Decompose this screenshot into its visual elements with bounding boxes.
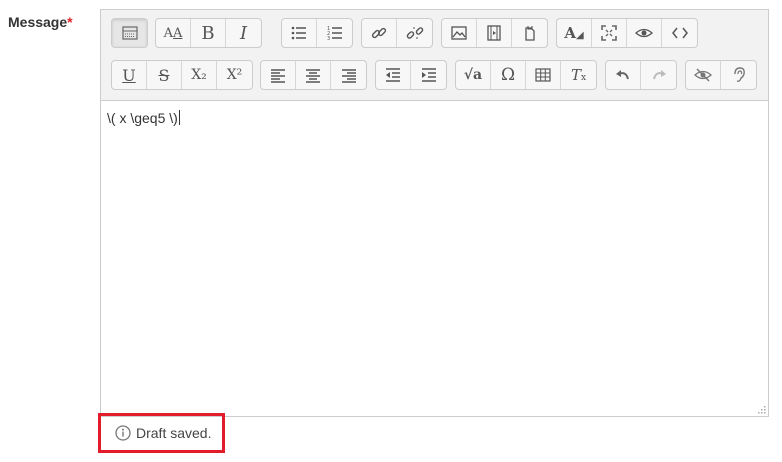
toolbar-group-insert: √a Ω Tx: [455, 60, 597, 90]
manage-files-icon: [524, 26, 535, 41]
outdent-icon: [386, 68, 400, 82]
ordered-list-icon: 123: [327, 26, 342, 42]
accessibility-checker-button[interactable]: [686, 61, 721, 89]
preview-button[interactable]: [627, 19, 662, 47]
clear-formatting-button[interactable]: Tx: [561, 61, 596, 89]
font-color-button[interactable]: A◢: [557, 19, 592, 47]
italic-button[interactable]: I: [226, 19, 261, 47]
link-icon: [371, 27, 387, 39]
unordered-list-button[interactable]: [282, 19, 317, 47]
media-button[interactable]: [477, 19, 512, 47]
special-character-button[interactable]: Ω: [491, 61, 526, 89]
align-left-icon: [271, 69, 285, 83]
svg-text:3: 3: [327, 36, 330, 42]
toolbar-group-indent: [375, 60, 447, 90]
link-button[interactable]: [362, 19, 397, 47]
paragraph-styles-button[interactable]: AA: [156, 19, 191, 47]
redo-icon: [652, 70, 666, 80]
ordered-list-button[interactable]: 123: [317, 19, 352, 47]
draft-saved-text: Draft saved.: [136, 425, 212, 441]
media-icon: [487, 25, 501, 41]
unlink-icon: [406, 27, 423, 39]
align-right-button[interactable]: [331, 61, 366, 89]
screenreader-helper-icon: [733, 67, 745, 82]
italic-icon: I: [239, 22, 248, 44]
underline-button[interactable]: U: [112, 61, 147, 89]
toolbar-group-align: [260, 60, 367, 90]
screenreader-helper-button[interactable]: [721, 61, 756, 89]
align-right-icon: [341, 69, 356, 83]
toolbar-group-style: AA B I: [155, 18, 262, 48]
toolbar-group-lists: 123: [281, 18, 353, 48]
toolbar-group-accessibility: [685, 60, 757, 90]
undo-icon: [616, 70, 629, 80]
draft-saved-notification: Draft saved.: [98, 413, 225, 453]
toolbar-group-collapse: [111, 18, 148, 48]
manage-files-button[interactable]: [512, 19, 547, 47]
image-icon: [451, 26, 467, 40]
superscript-button[interactable]: X²: [217, 61, 252, 89]
strikethrough-icon: S: [158, 65, 170, 85]
align-left-button[interactable]: [261, 61, 296, 89]
show-more-buttons-icon: [121, 26, 138, 40]
bold-icon: B: [201, 22, 215, 44]
accessibility-checker-icon: [694, 68, 712, 82]
special-character-icon: Ω: [500, 65, 516, 85]
message-label-text: Message: [8, 14, 68, 30]
editor-content-area[interactable]: \( x \geq5 \): [107, 110, 180, 126]
message-label: Message*: [8, 14, 73, 30]
underline-icon: U: [122, 65, 136, 85]
undo-button[interactable]: [606, 61, 641, 89]
image-button[interactable]: [442, 19, 477, 47]
editor-text: \( x \geq5 \): [107, 110, 178, 126]
font-color-icon: A◢: [564, 24, 584, 42]
toolbar-group-text-style: U S X₂ X²: [111, 60, 253, 90]
fullscreen-icon: [601, 25, 617, 41]
required-marker: *: [67, 14, 73, 30]
text-caret: [178, 110, 180, 125]
strikethrough-button[interactable]: S: [147, 61, 182, 89]
bold-button[interactable]: B: [191, 19, 226, 47]
subscript-icon: X₂: [191, 67, 207, 83]
html-button[interactable]: [662, 19, 697, 47]
toolbar-group-links: [361, 18, 433, 48]
align-center-icon: [306, 69, 320, 83]
subscript-button[interactable]: X₂: [182, 61, 217, 89]
paragraph-styles-icon: AA: [163, 25, 183, 41]
toolbar-group-media: [441, 18, 548, 48]
equation-button[interactable]: √a: [456, 61, 491, 89]
fullscreen-button[interactable]: [592, 19, 627, 47]
table-icon: [535, 68, 551, 82]
equation-icon: √a: [463, 67, 483, 83]
preview-icon: [635, 28, 653, 38]
align-center-button[interactable]: [296, 61, 331, 89]
toolbar-group-other: A◢: [556, 18, 698, 48]
resize-grip-icon[interactable]: [756, 404, 766, 414]
editor-toolbar: AA B I 123 A◢ U S X₂ X² √a Ω Tx: [101, 10, 768, 101]
html-icon: [671, 27, 688, 39]
outdent-button[interactable]: [376, 61, 411, 89]
unlink-button[interactable]: [397, 19, 432, 47]
info-icon: [115, 425, 131, 441]
toolbar-group-undo: [605, 60, 677, 90]
superscript-icon: X²: [226, 67, 243, 83]
show-more-buttons[interactable]: [112, 19, 147, 47]
redo-button[interactable]: [641, 61, 676, 89]
indent-button[interactable]: [411, 61, 446, 89]
atto-editor: AA B I 123 A◢ U S X₂ X² √a Ω Tx \(x \ge…: [100, 9, 769, 417]
table-button[interactable]: [526, 61, 561, 89]
unordered-list-icon: [291, 26, 306, 40]
clear-formatting-icon: Tx: [570, 66, 587, 84]
indent-icon: [421, 68, 436, 82]
